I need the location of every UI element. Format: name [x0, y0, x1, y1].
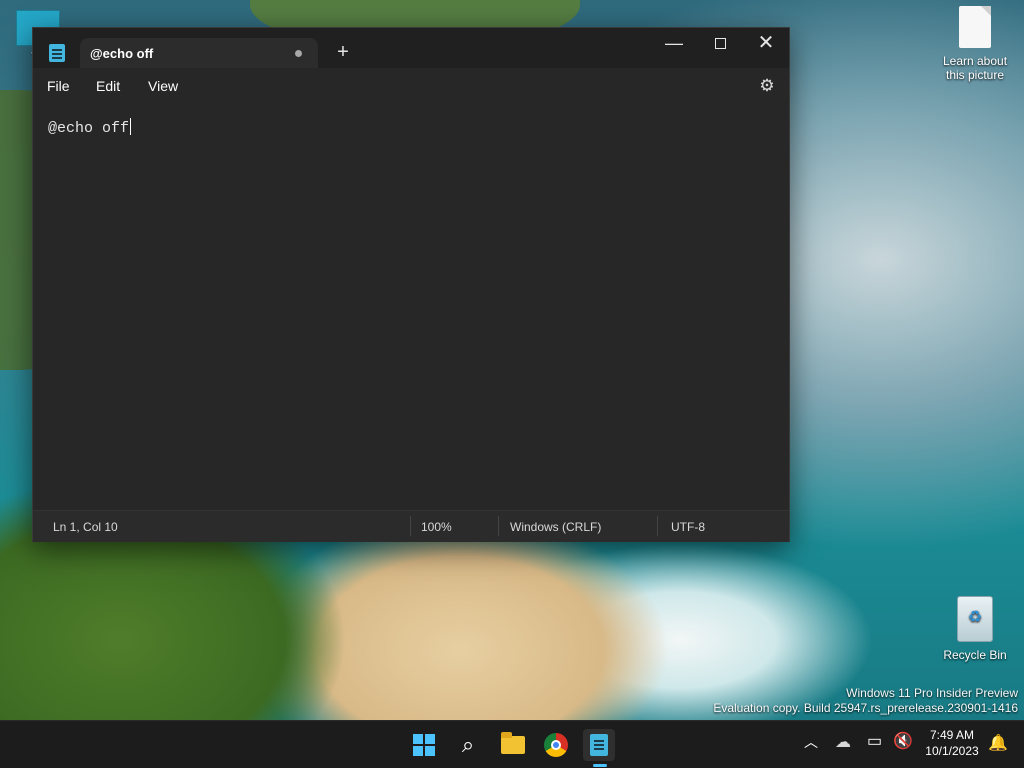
menu-bar: File Edit View ⚙: [33, 68, 789, 104]
desktop-icon-label: Recycle Bin: [943, 648, 1007, 662]
notepad-icon: [590, 734, 608, 756]
status-zoom-level[interactable]: 100%: [421, 520, 452, 534]
close-button[interactable]: ✕: [743, 28, 789, 60]
active-app-indicator: [593, 764, 607, 767]
search-icon[interactable]: ⌕: [452, 729, 484, 761]
volume-muted-icon[interactable]: 🔇: [893, 731, 913, 751]
notepad-window: @echo off + — ✕ File Edit View ⚙ @echo o…: [32, 27, 790, 542]
windows-logo-icon: [413, 734, 435, 756]
onedrive-icon[interactable]: ☁: [835, 732, 851, 752]
menu-edit[interactable]: Edit: [96, 78, 120, 94]
status-encoding[interactable]: UTF-8: [671, 520, 705, 534]
notification-bell-icon[interactable]: 🔔: [988, 733, 1008, 753]
start-button[interactable]: [408, 729, 440, 761]
chrome-button[interactable]: [540, 729, 572, 761]
status-divider: [498, 516, 499, 536]
desktop-icon-recycle-bin[interactable]: ♻ Recycle Bin: [940, 596, 1010, 662]
windows-watermark: Windows 11 Pro Insider Preview Evaluatio…: [713, 686, 1018, 716]
text-caret: [130, 118, 132, 135]
maximize-button[interactable]: [697, 28, 743, 60]
network-icon[interactable]: ▭: [867, 731, 882, 751]
status-divider: [410, 516, 411, 536]
menu-view[interactable]: View: [148, 78, 178, 94]
unsaved-dot-icon[interactable]: [295, 50, 302, 57]
chrome-icon: [544, 733, 568, 757]
maximize-icon: [714, 38, 726, 49]
document-icon: [959, 6, 991, 48]
text-editor-area[interactable]: @echo off: [33, 104, 789, 510]
editor-text: @echo off: [48, 120, 130, 137]
file-explorer-button[interactable]: [497, 729, 529, 761]
status-cursor-position: Ln 1, Col 10: [53, 520, 118, 534]
status-divider: [657, 516, 658, 536]
menu-file[interactable]: File: [47, 78, 70, 94]
watermark-line-2: Evaluation copy. Build 25947.rs_prerelea…: [713, 701, 1018, 715]
tab-echo-off[interactable]: @echo off: [80, 38, 318, 68]
chevron-up-icon[interactable]: ︿: [804, 732, 818, 752]
tab-title: @echo off: [90, 46, 154, 61]
clock-time: 7:49 AM: [929, 728, 975, 742]
status-line-ending[interactable]: Windows (CRLF): [510, 520, 601, 534]
recycle-bin-icon: ♻: [957, 596, 993, 642]
desktop-icon-learn-about-picture[interactable]: Learn about this picture: [937, 6, 1013, 82]
folder-icon: [501, 732, 525, 754]
taskbar-clock[interactable]: 7:49 AM 10/1/2023: [919, 727, 985, 759]
new-tab-button[interactable]: +: [331, 40, 355, 64]
notepad-taskbar-button[interactable]: [583, 729, 615, 761]
title-bar[interactable]: @echo off + — ✕: [33, 28, 789, 68]
notepad-app-icon: [49, 44, 65, 62]
desktop-icon-label: Learn about this picture: [942, 54, 1008, 82]
minimize-button[interactable]: —: [651, 28, 697, 60]
watermark-line-1: Windows 11 Pro Insider Preview: [846, 686, 1018, 700]
status-bar: Ln 1, Col 10 100% Windows (CRLF) UTF-8: [33, 510, 789, 542]
clock-date: 10/1/2023: [925, 744, 979, 758]
settings-gear-icon[interactable]: ⚙: [757, 76, 777, 96]
